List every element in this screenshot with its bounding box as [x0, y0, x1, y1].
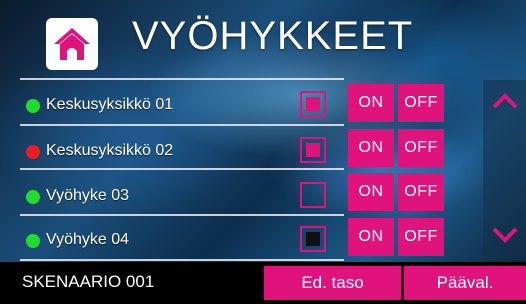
zone-select-checkbox[interactable]	[300, 182, 326, 208]
zone-off-button[interactable]: OFF	[398, 218, 444, 256]
zone-select-checkbox[interactable]	[300, 91, 326, 117]
zone-off-button[interactable]: OFF	[398, 129, 444, 167]
page-title: VYÖHYKKEET	[132, 14, 414, 58]
zone-on-button[interactable]: ON	[348, 218, 394, 256]
zone-row: Keskusyksikkö 02	[20, 127, 344, 177]
previous-level-button[interactable]: Ed. taso	[264, 266, 401, 300]
scenario-label: SKENAARIO 001	[22, 272, 155, 291]
status-indicator	[26, 234, 40, 248]
zone-label: Vyöhyke 04	[46, 231, 130, 248]
zone-on-button[interactable]: ON	[348, 84, 394, 122]
zone-label: Keskusyksikkö 02	[46, 142, 174, 159]
zone-row: Vyöhyke 03	[20, 172, 344, 222]
main-view-button[interactable]: Pääval.	[404, 266, 526, 300]
zone-label: Keskusyksikkö 01	[46, 96, 174, 113]
zone-row: Keskusyksikkö 01	[20, 81, 344, 131]
home-button[interactable]	[46, 18, 98, 70]
zone-select-checkbox[interactable]	[300, 226, 326, 252]
zone-select-checkbox[interactable]	[300, 137, 326, 163]
chevron-up-icon	[492, 93, 518, 109]
status-indicator	[26, 145, 40, 159]
status-indicator	[26, 190, 40, 204]
scroll-up-button[interactable]	[488, 86, 522, 116]
screen: VYÖHYKKEET Keskusyksikkö 01 ON OFF Kesku…	[0, 0, 526, 304]
home-icon	[54, 28, 90, 60]
zone-on-button[interactable]: ON	[348, 129, 394, 167]
status-indicator	[26, 99, 40, 113]
zone-off-button[interactable]: OFF	[398, 84, 444, 122]
zone-off-button[interactable]: OFF	[398, 173, 444, 211]
zone-row: Vyöhyke 04	[20, 216, 344, 266]
row-divider	[20, 78, 344, 80]
scroll-down-button[interactable]	[488, 220, 522, 250]
chevron-down-icon	[492, 227, 518, 243]
zone-label: Vyöhyke 03	[46, 187, 130, 204]
zone-on-button[interactable]: ON	[348, 173, 394, 211]
